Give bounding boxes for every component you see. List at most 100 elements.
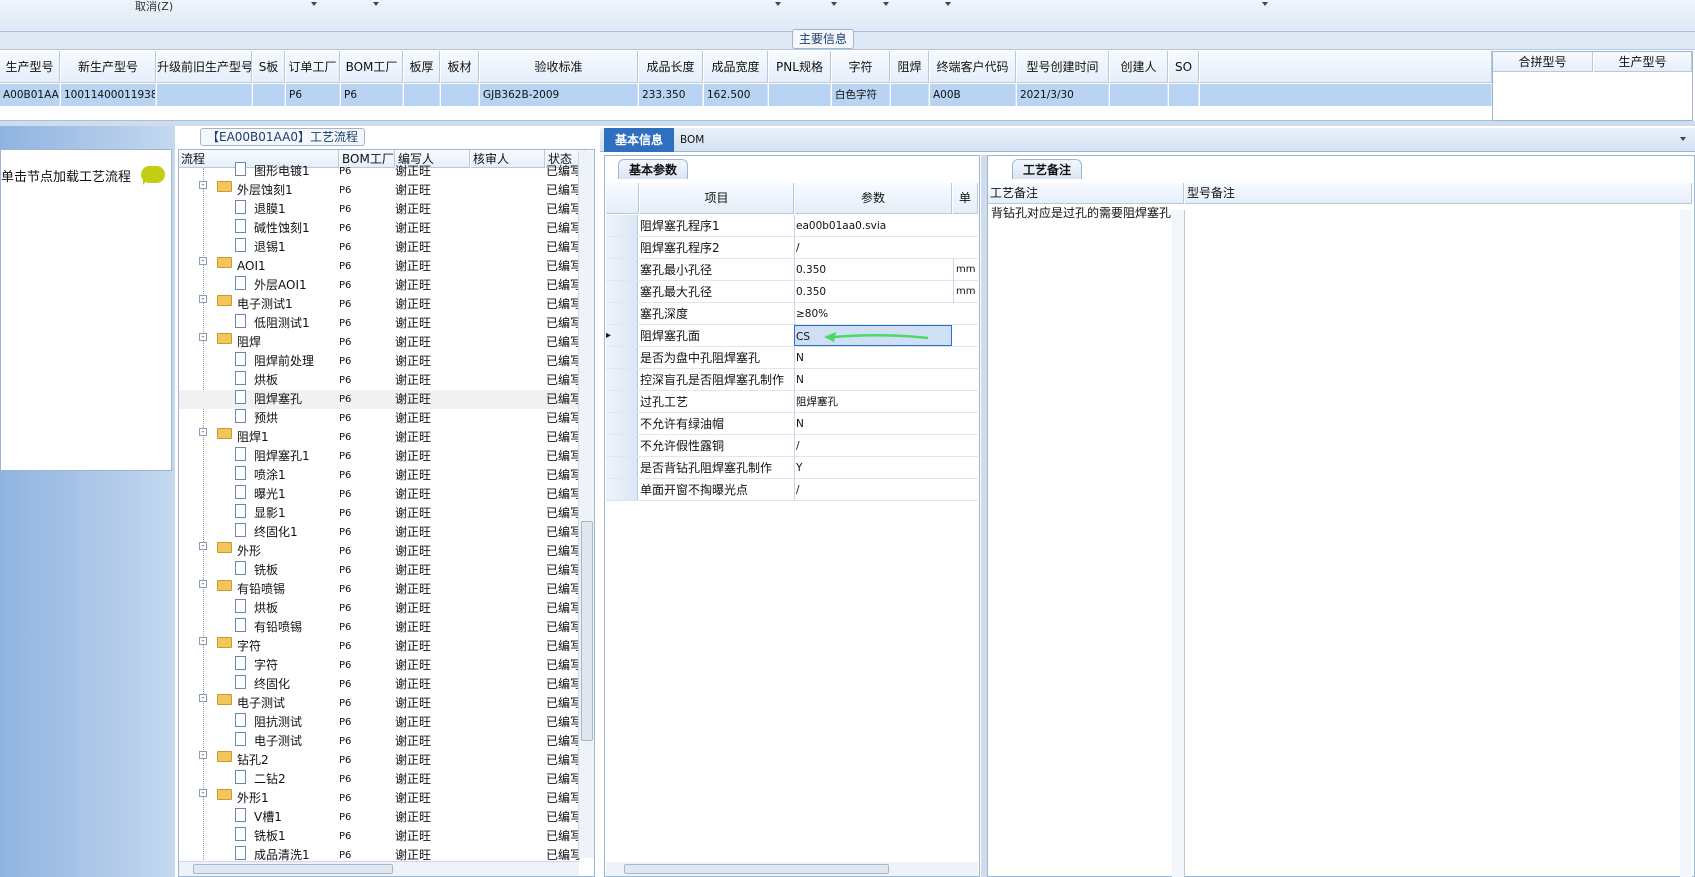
main-col-header[interactable]: S板	[253, 51, 285, 83]
main-col-header[interactable]: 字符	[832, 51, 890, 83]
tree-node-label[interactable]: 钻孔2	[237, 751, 269, 770]
main-col-header[interactable]: 升级前旧生产型号	[157, 51, 252, 83]
horizontal-splitter[interactable]	[0, 121, 1695, 126]
main-cell[interactable]: 162.500	[704, 84, 768, 106]
row-indicator[interactable]	[606, 413, 638, 434]
main-cell[interactable]	[404, 84, 440, 106]
tree-node-label[interactable]: 退膜1	[254, 200, 286, 219]
tree-row[interactable]: - 阻焊 P6 谢正旺 已编写	[179, 333, 582, 352]
tree-row[interactable]: 曝光1 P6 谢正旺 已编写	[179, 485, 582, 504]
tree-node-label[interactable]: 阻焊	[237, 333, 261, 352]
main-col-header[interactable]: 成品长度	[639, 51, 703, 83]
tree-row[interactable]: 阻焊前处理 P6 谢正旺 已编写	[179, 352, 582, 371]
main-cell[interactable]: 233.350	[639, 84, 703, 106]
tree-node-label[interactable]: 有铅喷锡	[254, 618, 302, 637]
tree-node-label[interactable]: 图形电镀1	[254, 162, 310, 181]
collapse-icon[interactable]: -	[199, 542, 207, 550]
tree-node-label[interactable]: 外形1	[237, 789, 269, 808]
tree-row[interactable]: 外层AOI1 P6 谢正旺 已编写	[179, 276, 582, 295]
tree-node-label[interactable]: 阻抗测试	[254, 713, 302, 732]
param-value-cell[interactable]: 0.350	[794, 259, 952, 281]
param-value-cell[interactable]: /	[794, 435, 952, 457]
tree-node-label[interactable]: 字符	[237, 637, 261, 656]
tree-row[interactable]: 低阻测试1 P6 谢正旺 已编写	[179, 314, 582, 333]
param-value-cell[interactable]: 阻焊塞孔	[794, 391, 952, 413]
param-value-cell[interactable]: N	[794, 369, 952, 391]
params-row[interactable]: 是否为盘中孔阻焊塞孔 N	[606, 347, 978, 369]
tree-node-label[interactable]: 电子测试1	[237, 295, 293, 314]
tree-node-label[interactable]: 二钻2	[254, 770, 286, 789]
row-indicator[interactable]	[606, 281, 638, 302]
tree-node-label[interactable]: 低阻测试1	[254, 314, 310, 333]
collapse-icon[interactable]: -	[199, 694, 207, 702]
row-indicator[interactable]	[606, 369, 638, 390]
collapse-icon[interactable]: -	[199, 580, 207, 588]
tree-node-label[interactable]: 阻焊塞孔	[254, 390, 302, 409]
dropdown-arrow-icon[interactable]	[883, 2, 889, 6]
tree-node-label[interactable]: 阻焊前处理	[254, 352, 314, 371]
tree-row[interactable]: 有铅喷锡 P6 谢正旺 已编写	[179, 618, 582, 637]
params-row[interactable]: 塞孔最大孔径 0.350 mm	[606, 281, 978, 303]
collapse-icon[interactable]: -	[199, 751, 207, 759]
row-indicator[interactable]	[606, 259, 638, 280]
tree-row[interactable]: - 外形1 P6 谢正旺 已编写	[179, 789, 582, 808]
tree-node-label[interactable]: 铣板1	[254, 827, 286, 846]
tree-vertical-scrollbar[interactable]	[578, 151, 594, 858]
tree-row[interactable]: 喷涂1 P6 谢正旺 已编写	[179, 466, 582, 485]
row-indicator[interactable]	[606, 479, 638, 500]
tree-node-label[interactable]: 铣板	[254, 561, 278, 580]
collapse-icon[interactable]: -	[199, 257, 207, 265]
tree-row[interactable]: V槽1 P6 谢正旺 已编写	[179, 808, 582, 827]
dropdown-arrow-icon[interactable]	[373, 2, 379, 6]
dropdown-arrow-icon[interactable]	[311, 2, 317, 6]
collapse-icon[interactable]: -	[199, 295, 207, 303]
tree-horizontal-scrollbar[interactable]	[179, 861, 579, 876]
main-col-header[interactable]: 订单工厂	[286, 51, 340, 83]
tab-basic-params[interactable]: 基本参数	[618, 159, 689, 179]
tree-row[interactable]: 碱性蚀刻1 P6 谢正旺 已编写	[179, 219, 582, 238]
tree-row[interactable]: 退锡1 P6 谢正旺 已编写	[179, 238, 582, 257]
tree-row[interactable]: 烘板 P6 谢正旺 已编写	[179, 599, 582, 618]
params-row[interactable]: 塞孔深度 ≥80%	[606, 303, 978, 325]
row-indicator[interactable]	[606, 215, 638, 236]
main-cell[interactable]	[441, 84, 479, 106]
row-indicator[interactable]	[606, 303, 638, 324]
tree-row[interactable]: 显影1 P6 谢正旺 已编写	[179, 504, 582, 523]
params-row[interactable]: 塞孔最小孔径 0.350 mm	[606, 259, 978, 281]
param-value-cell[interactable]: N	[794, 347, 952, 369]
main-cell[interactable]: GJB362B-2009	[480, 84, 638, 106]
tree-node-label[interactable]: 字符	[254, 656, 278, 675]
params-row[interactable]: 不允许假性露铜 /	[606, 435, 978, 457]
tree-row[interactable]: 铣板1 P6 谢正旺 已编写	[179, 827, 582, 846]
main-cell[interactable]: 白色字符	[832, 84, 890, 106]
tree-node-label[interactable]: 喷涂1	[254, 466, 286, 485]
tree-row[interactable]: 预烘 P6 谢正旺 已编写	[179, 409, 582, 428]
tree-row[interactable]: - 有铅喷锡 P6 谢正旺 已编写	[179, 580, 582, 599]
tree-row[interactable]: 铣板 P6 谢正旺 已编写	[179, 561, 582, 580]
main-cell[interactable]	[769, 84, 831, 106]
main-cell[interactable]: 10011400011938	[61, 84, 156, 106]
tab-dropdown-arrow-icon[interactable]	[1680, 137, 1686, 141]
dropdown-arrow-icon[interactable]	[831, 2, 837, 6]
tree-node-label[interactable]: 显影1	[254, 504, 286, 523]
main-cell[interactable]	[1169, 84, 1199, 106]
tree-node-label[interactable]: 退锡1	[254, 238, 286, 257]
scrollbar-thumb[interactable]	[581, 521, 593, 741]
row-indicator[interactable]	[606, 237, 638, 258]
tree-row[interactable]: - 钻孔2 P6 谢正旺 已编写	[179, 751, 582, 770]
tree-row[interactable]: 终固化1 P6 谢正旺 已编写	[179, 523, 582, 542]
params-row[interactable]: 阻焊塞孔程序2 /	[606, 237, 978, 259]
main-cell[interactable]: A00B	[930, 84, 1016, 106]
main-col-header[interactable]: 阻焊	[891, 51, 929, 83]
params-row[interactable]: 是否背钻孔阻焊塞孔制作 Y	[606, 457, 978, 479]
tree-node-label[interactable]: 碱性蚀刻1	[254, 219, 310, 238]
tree-row[interactable]: 图形电镀1 P6 谢正旺 已编写	[179, 162, 582, 181]
cancel-menu-item[interactable]: 取消(Z)	[135, 0, 173, 14]
tree-node-label[interactable]: 电子测试	[237, 694, 285, 713]
process-note-text[interactable]: 背钻孔对应是过孔的需要阻焊塞孔	[991, 207, 1171, 220]
param-value-cell[interactable]: N	[794, 413, 952, 435]
main-cell[interactable]: P6	[341, 84, 403, 106]
params-row[interactable]: 阻焊塞孔程序1 ea00b01aa0.svia	[606, 215, 978, 237]
tree-row[interactable]: 终固化 P6 谢正旺 已编写	[179, 675, 582, 694]
tree-node-label[interactable]: 有铅喷锡	[237, 580, 285, 599]
